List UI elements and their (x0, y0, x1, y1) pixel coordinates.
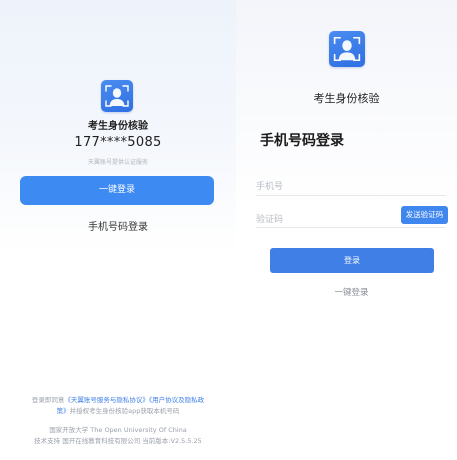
app-name: 考生身份核验 (88, 121, 148, 132)
user-agreement-link-end[interactable]: 策》 (57, 407, 70, 415)
tianyi-terms-link[interactable]: 《天翼账号服务与隐私协议》 (64, 396, 149, 404)
phone-input-row (256, 174, 446, 196)
face-scan-icon (333, 36, 361, 62)
phone-login-link[interactable]: 手机号码登录 (0, 218, 236, 233)
phone-input[interactable] (256, 178, 436, 196)
app-name: 考生身份核验 (313, 92, 380, 105)
user-agreement-link[interactable]: 《用户协议及隐私政 (149, 396, 204, 404)
agreement-line-1: 登录即同意《天翼账号服务与隐私协议》《用户协议及隐私政 (0, 394, 236, 404)
footer-organization: 国家开放大学 The Open University Of China (49, 426, 187, 434)
one-click-login-button[interactable]: 一键登录 (20, 176, 214, 205)
masked-phone-number: 177****5085 (74, 135, 162, 150)
agreement-prefix: 登录即同意 (31, 396, 65, 404)
send-code-button[interactable]: 发送验证码 (401, 206, 448, 224)
face-scan-icon (105, 85, 129, 107)
phone-login-screen: 考生身份核验 手机号码登录 发送验证码 登录 一键登录 (236, 0, 457, 460)
page-title: 手机号码登录 (260, 133, 344, 149)
carrier-auth-notice: 天翼账号提供认证服务 (87, 159, 148, 166)
app-logo-icon (329, 31, 365, 67)
verification-code-input[interactable] (256, 211, 376, 229)
agreement-line-2: 策》并授权考生身份核验app获取本机号码 (0, 405, 236, 415)
login-button[interactable]: 登录 (270, 248, 434, 273)
app-logo-icon (101, 80, 133, 112)
one-click-login-link[interactable]: 一键登录 (236, 286, 457, 298)
footer-tech-support: 技术支持 国开在线教育科技有限公司 当前版本:V2.5.5.25 (34, 437, 202, 445)
one-click-login-screen: 考生身份核验 177****5085 天翼账号提供认证服务 一键登录 手机号码登… (0, 0, 236, 460)
agreement-suffix: 并授权考生身份核验app获取本机号码 (69, 407, 180, 415)
